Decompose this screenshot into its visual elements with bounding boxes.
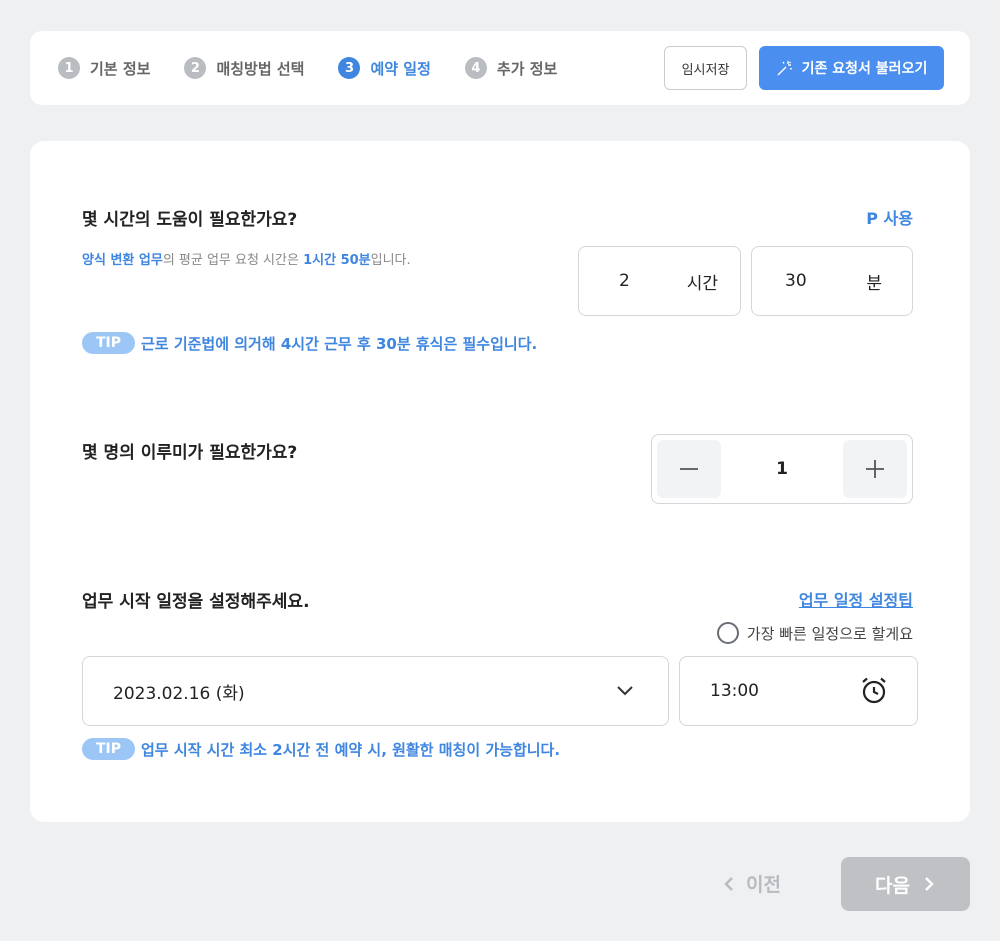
step-1[interactable]: 1 기본 정보 bbox=[58, 57, 150, 79]
people-stepper: 1 bbox=[651, 434, 913, 504]
tip-badge: TIP bbox=[82, 332, 135, 354]
step-2-number: 2 bbox=[184, 57, 207, 79]
hours-input[interactable]: 2 시간 bbox=[578, 246, 741, 316]
minutes-unit: 분 bbox=[866, 273, 882, 294]
earliest-label: 가장 빠른 일정으로 할게요 bbox=[746, 624, 913, 643]
step-header: 1 기본 정보 2 매칭방법 선택 3 예약 일정 4 추가 정보 임시저장 기… bbox=[30, 31, 970, 105]
hours-value: 2 bbox=[619, 271, 630, 291]
step-4-number: 4 bbox=[464, 57, 487, 79]
chevron-left-icon bbox=[724, 876, 733, 891]
time-input[interactable]: 13:00 bbox=[679, 656, 918, 726]
hint-task: 양식 변환 업무 bbox=[82, 253, 163, 268]
step-1-label: 기본 정보 bbox=[90, 59, 151, 78]
hint-time: 1시간 50분 bbox=[303, 253, 371, 268]
step-3-number: 3 bbox=[338, 57, 361, 79]
chevron-down-icon bbox=[617, 686, 633, 696]
tip-badge: TIP bbox=[82, 738, 135, 760]
temp-save-button[interactable]: 임시저장 bbox=[664, 46, 747, 90]
prev-label: 이전 bbox=[746, 874, 781, 896]
step-3[interactable]: 3 예약 일정 bbox=[338, 57, 431, 79]
time-value: 13:00 bbox=[710, 681, 759, 701]
chevron-right-icon bbox=[925, 877, 934, 891]
step-4[interactable]: 4 추가 정보 bbox=[464, 57, 558, 79]
step-indicator: 1 기본 정보 2 매칭방법 선택 3 예약 일정 4 추가 정보 bbox=[58, 57, 664, 79]
next-label: 다음 bbox=[875, 874, 910, 897]
p-use-link[interactable]: P 사용 bbox=[866, 205, 913, 229]
reservation-tip-text: 업무 시작 시간 최소 2시간 전 예약 시, 원활한 매칭이 가능합니다. bbox=[141, 740, 561, 759]
step-2[interactable]: 2 매칭방법 선택 bbox=[184, 57, 304, 79]
date-value: 2023.02.16 (화) bbox=[113, 683, 245, 704]
earliest-radio[interactable] bbox=[716, 622, 739, 644]
step-2-label: 매칭방법 선택 bbox=[216, 59, 305, 78]
increment-button[interactable] bbox=[843, 440, 907, 498]
schedule-question: 업무 시작 일정을 설정해주세요. bbox=[82, 592, 310, 612]
hours-unit: 시간 bbox=[686, 273, 718, 294]
magic-wand-icon bbox=[777, 61, 792, 76]
hint-mid: 의 평균 업무 요청 시간은 bbox=[162, 253, 304, 268]
average-time-hint: 양식 변환 업무의 평균 업무 요청 시간은 1시간 50분입니다. bbox=[82, 249, 411, 268]
step-1-number: 1 bbox=[58, 57, 80, 79]
people-count: 1 bbox=[776, 459, 788, 479]
next-button[interactable]: 다음 bbox=[841, 857, 970, 911]
load-request-label: 기존 요청서 불러오기 bbox=[801, 61, 928, 77]
date-select[interactable]: 2023.02.16 (화) bbox=[82, 656, 669, 726]
step-3-label: 예약 일정 bbox=[370, 59, 431, 78]
minus-icon bbox=[680, 468, 698, 470]
hint-end: 입니다. bbox=[370, 253, 411, 268]
schedule-tip-link[interactable]: 업무 일정 설정팁 bbox=[799, 587, 913, 611]
people-question: 몇 명의 이루미가 필요한가요? bbox=[82, 443, 298, 463]
reservation-card: 몇 시간의 도움이 필요한가요? P 사용 양식 변환 업무의 평균 업무 요청… bbox=[30, 141, 970, 822]
rest-tip: TIP 근로 기준법에 의거해 4시간 근무 후 30분 휴식은 필수입니다. bbox=[82, 332, 537, 354]
minutes-input[interactable]: 30 분 bbox=[751, 246, 913, 316]
load-request-button[interactable]: 기존 요청서 불러오기 bbox=[759, 46, 944, 90]
earliest-option[interactable]: 가장 빠른 일정으로 할게요 bbox=[716, 622, 913, 644]
minutes-value: 30 bbox=[785, 271, 807, 291]
reservation-tip: TIP 업무 시작 시간 최소 2시간 전 예약 시, 원활한 매칭이 가능합니… bbox=[82, 738, 560, 760]
decrement-button[interactable] bbox=[657, 440, 721, 498]
alarm-clock-icon[interactable] bbox=[859, 676, 889, 706]
step-4-label: 추가 정보 bbox=[496, 59, 558, 78]
hours-question: 몇 시간의 도움이 필요한가요? bbox=[82, 210, 298, 230]
plus-icon bbox=[866, 460, 884, 478]
prev-button[interactable]: 이전 bbox=[722, 870, 781, 897]
rest-tip-text: 근로 기준법에 의거해 4시간 근무 후 30분 휴식은 필수입니다. bbox=[141, 334, 538, 353]
